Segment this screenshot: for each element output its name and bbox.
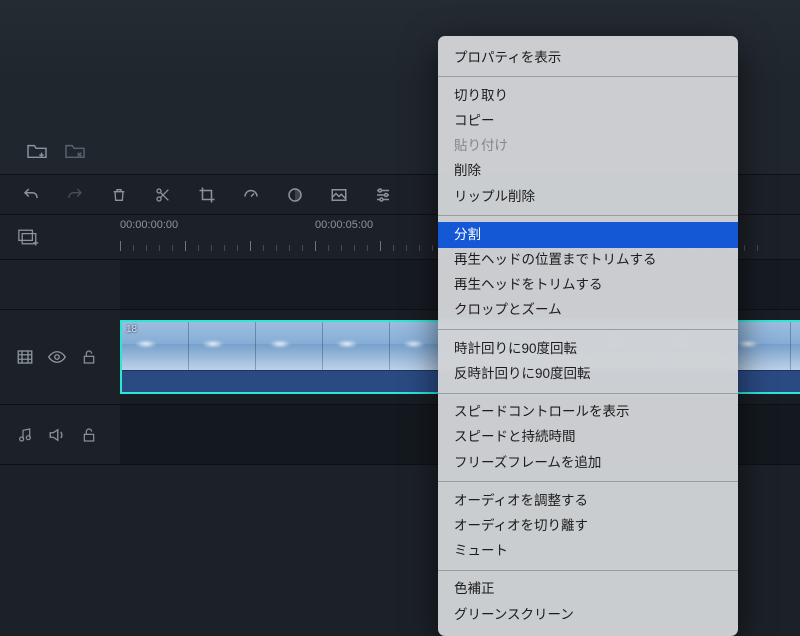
menu-item[interactable]: 色補正: [438, 577, 738, 602]
undo-icon[interactable]: [22, 186, 40, 204]
menu-item[interactable]: オーディオを調整する: [438, 488, 738, 513]
clip-label: 18: [126, 324, 137, 335]
crop-icon[interactable]: [198, 186, 216, 204]
menu-item[interactable]: オーディオを切り離す: [438, 514, 738, 539]
menu-item[interactable]: プロパティを表示: [438, 45, 738, 70]
menu-item[interactable]: スピードと持続時間: [438, 425, 738, 450]
menu-item[interactable]: 反時計回りに90度回転: [438, 361, 738, 386]
menu-item[interactable]: リップル削除: [438, 184, 738, 209]
volume-icon[interactable]: [48, 426, 66, 444]
menu-item[interactable]: フリーズフレームを追加: [438, 450, 738, 475]
split-icon[interactable]: [154, 186, 172, 204]
menu-item: 貼り付け: [438, 134, 738, 159]
eye-icon[interactable]: [48, 348, 66, 366]
new-folder-button[interactable]: [26, 142, 46, 158]
remove-folder-button[interactable]: [64, 142, 84, 158]
timeline-add-track[interactable]: [0, 215, 120, 259]
picture-icon[interactable]: [330, 186, 348, 204]
menu-item[interactable]: クロップとズーム: [438, 298, 738, 323]
redo-icon[interactable]: [66, 186, 84, 204]
lock-icon[interactable]: [80, 426, 98, 444]
menu-item[interactable]: 分割: [438, 222, 738, 247]
menu-item[interactable]: ミュート: [438, 539, 738, 564]
menu-item[interactable]: 削除: [438, 159, 738, 184]
menu-item[interactable]: 切り取り: [438, 83, 738, 108]
clip-context-menu: プロパティを表示切り取りコピー貼り付け削除リップル削除分割再生ヘッドの位置までト…: [438, 36, 738, 636]
menu-item[interactable]: 再生ヘッドをトリムする: [438, 273, 738, 298]
lock-icon[interactable]: [80, 348, 98, 366]
menu-item[interactable]: スピードコントロールを表示: [438, 400, 738, 425]
menu-item[interactable]: 再生ヘッドの位置までトリムする: [438, 248, 738, 273]
delete-icon[interactable]: [110, 186, 128, 204]
filmstrip-icon[interactable]: [16, 348, 34, 366]
speed-icon[interactable]: [242, 186, 260, 204]
timecode-0: 00:00:00:00: [120, 219, 178, 231]
menu-item[interactable]: コピー: [438, 108, 738, 133]
menu-item[interactable]: グリーンスクリーン: [438, 602, 738, 627]
timecode-1: 00:00:05:00: [315, 219, 373, 231]
menu-item[interactable]: 時計回りに90度回転: [438, 336, 738, 361]
color-icon[interactable]: [286, 186, 304, 204]
music-note-icon[interactable]: [16, 426, 34, 444]
adjust-icon[interactable]: [374, 186, 392, 204]
